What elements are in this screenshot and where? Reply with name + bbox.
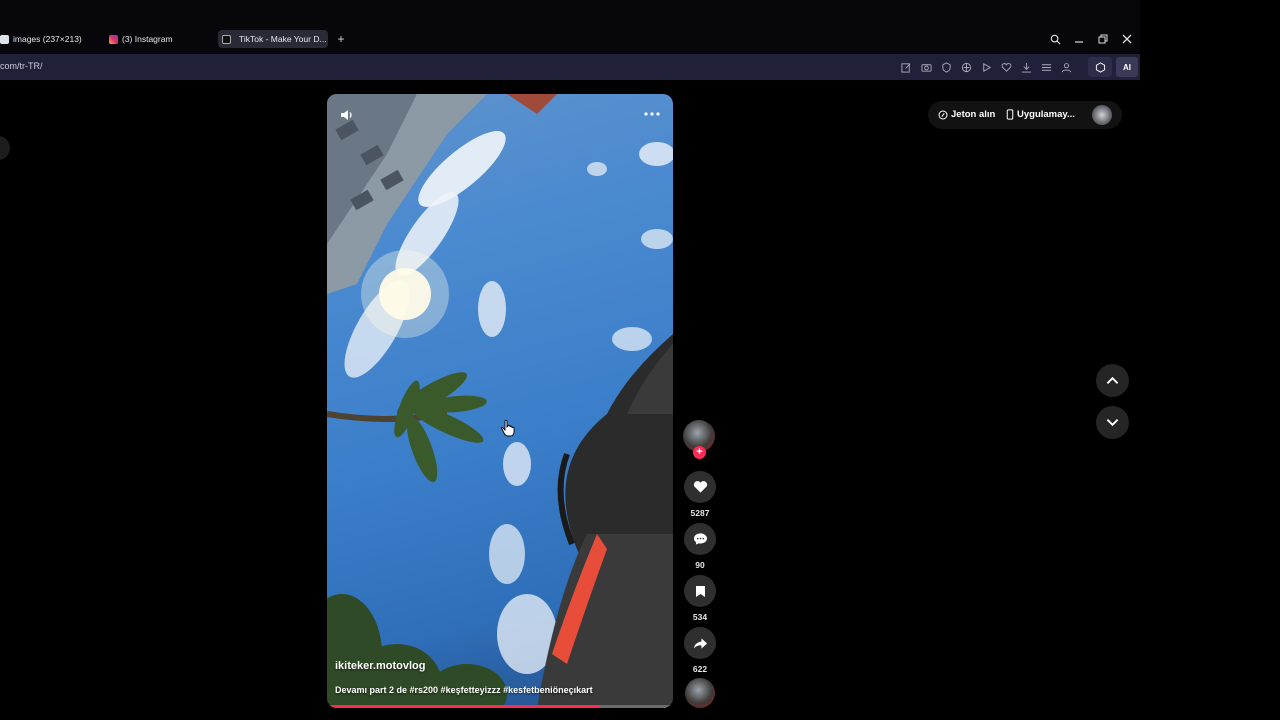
like-count: 5287 (690, 508, 710, 518)
volume-icon[interactable] (339, 107, 355, 123)
tiktok-icon (222, 34, 231, 44)
phone-icon (1006, 109, 1014, 120)
account-icon[interactable] (1059, 60, 1073, 74)
follow-plus-icon[interactable]: + (693, 446, 706, 459)
tab-label: TikTok - Make Your D... (239, 34, 327, 44)
edit-icon[interactable] (899, 60, 913, 74)
camera-icon[interactable] (919, 60, 933, 74)
restore-icon[interactable] (1095, 31, 1111, 47)
search-icon[interactable] (1047, 31, 1063, 47)
comment-icon (693, 533, 707, 545)
instagram-icon (109, 34, 118, 44)
action-column: + 5287 90 534 622 (683, 420, 717, 708)
video-progress-fill (327, 705, 601, 708)
sound-avatar[interactable] (685, 678, 715, 708)
download-icon[interactable] (1019, 60, 1033, 74)
comment-count: 90 (695, 560, 705, 570)
play-icon[interactable] (979, 60, 993, 74)
tab-label: (3) Instagram (122, 34, 173, 44)
video-author[interactable]: ikiteker.motovlog (335, 660, 425, 672)
video-frame (327, 94, 673, 708)
header-actions: Jeton alın Uygulamay... (928, 101, 1122, 129)
save-count: 534 (692, 612, 708, 622)
share-icon (693, 637, 707, 649)
video-caption: Devamı part 2 de #rs200 #keşfetteyizzz #… (335, 685, 593, 695)
like-button[interactable] (684, 471, 716, 503)
creator-avatar[interactable]: + (683, 420, 715, 459)
coins-label: Jeton alın (951, 109, 996, 120)
tab-tiktok[interactable]: TikTok - Make Your D... (218, 30, 328, 48)
video-progress[interactable] (327, 705, 673, 708)
ai-label: AI (1123, 62, 1131, 72)
close-icon[interactable] (1119, 31, 1135, 47)
bookmark-icon (695, 585, 705, 597)
get-app-label: Uygulamay... (1017, 109, 1075, 120)
extension-icon[interactable] (1088, 57, 1112, 77)
chevron-up-icon (1106, 376, 1119, 384)
next-video-button[interactable] (1096, 406, 1129, 439)
get-app-button[interactable]: Uygulamay... (1006, 109, 1075, 120)
side-nav-button[interactable] (0, 136, 10, 160)
coin-icon (938, 109, 948, 120)
browser-chrome: images (237×213) (3) Instagram TikTok - … (0, 0, 1140, 81)
video-player[interactable]: ikiteker.motovlog Devamı part 2 de #rs20… (327, 94, 673, 708)
menu-icon[interactable] (1039, 60, 1053, 74)
chevron-down-icon (1106, 419, 1119, 427)
heart-icon (693, 481, 707, 493)
previous-video-button[interactable] (1096, 364, 1129, 397)
document-icon (0, 34, 9, 44)
translate-icon[interactable] (959, 60, 973, 74)
tab-instagram[interactable]: (3) Instagram (109, 30, 199, 48)
more-icon[interactable] (643, 108, 661, 120)
url-text[interactable]: com/tr-TR/ (0, 61, 43, 71)
shield-icon[interactable] (939, 60, 953, 74)
share-count: 622 (692, 664, 708, 674)
profile-avatar[interactable] (1092, 105, 1112, 125)
heart-icon[interactable] (999, 60, 1013, 74)
tab-images[interactable]: images (237×213) (0, 30, 92, 48)
comment-button[interactable] (684, 523, 716, 555)
share-button[interactable] (684, 627, 716, 659)
new-tab-button[interactable]: + (335, 33, 347, 45)
ai-button[interactable]: AI (1116, 57, 1138, 77)
minimize-icon[interactable] (1071, 31, 1087, 47)
tab-label: images (237×213) (13, 34, 82, 44)
get-coins-button[interactable]: Jeton alın (938, 109, 995, 120)
hand-cursor-icon (501, 419, 515, 437)
save-button[interactable] (684, 575, 716, 607)
tab-bar: images (237×213) (3) Instagram TikTok - … (0, 0, 1140, 53)
